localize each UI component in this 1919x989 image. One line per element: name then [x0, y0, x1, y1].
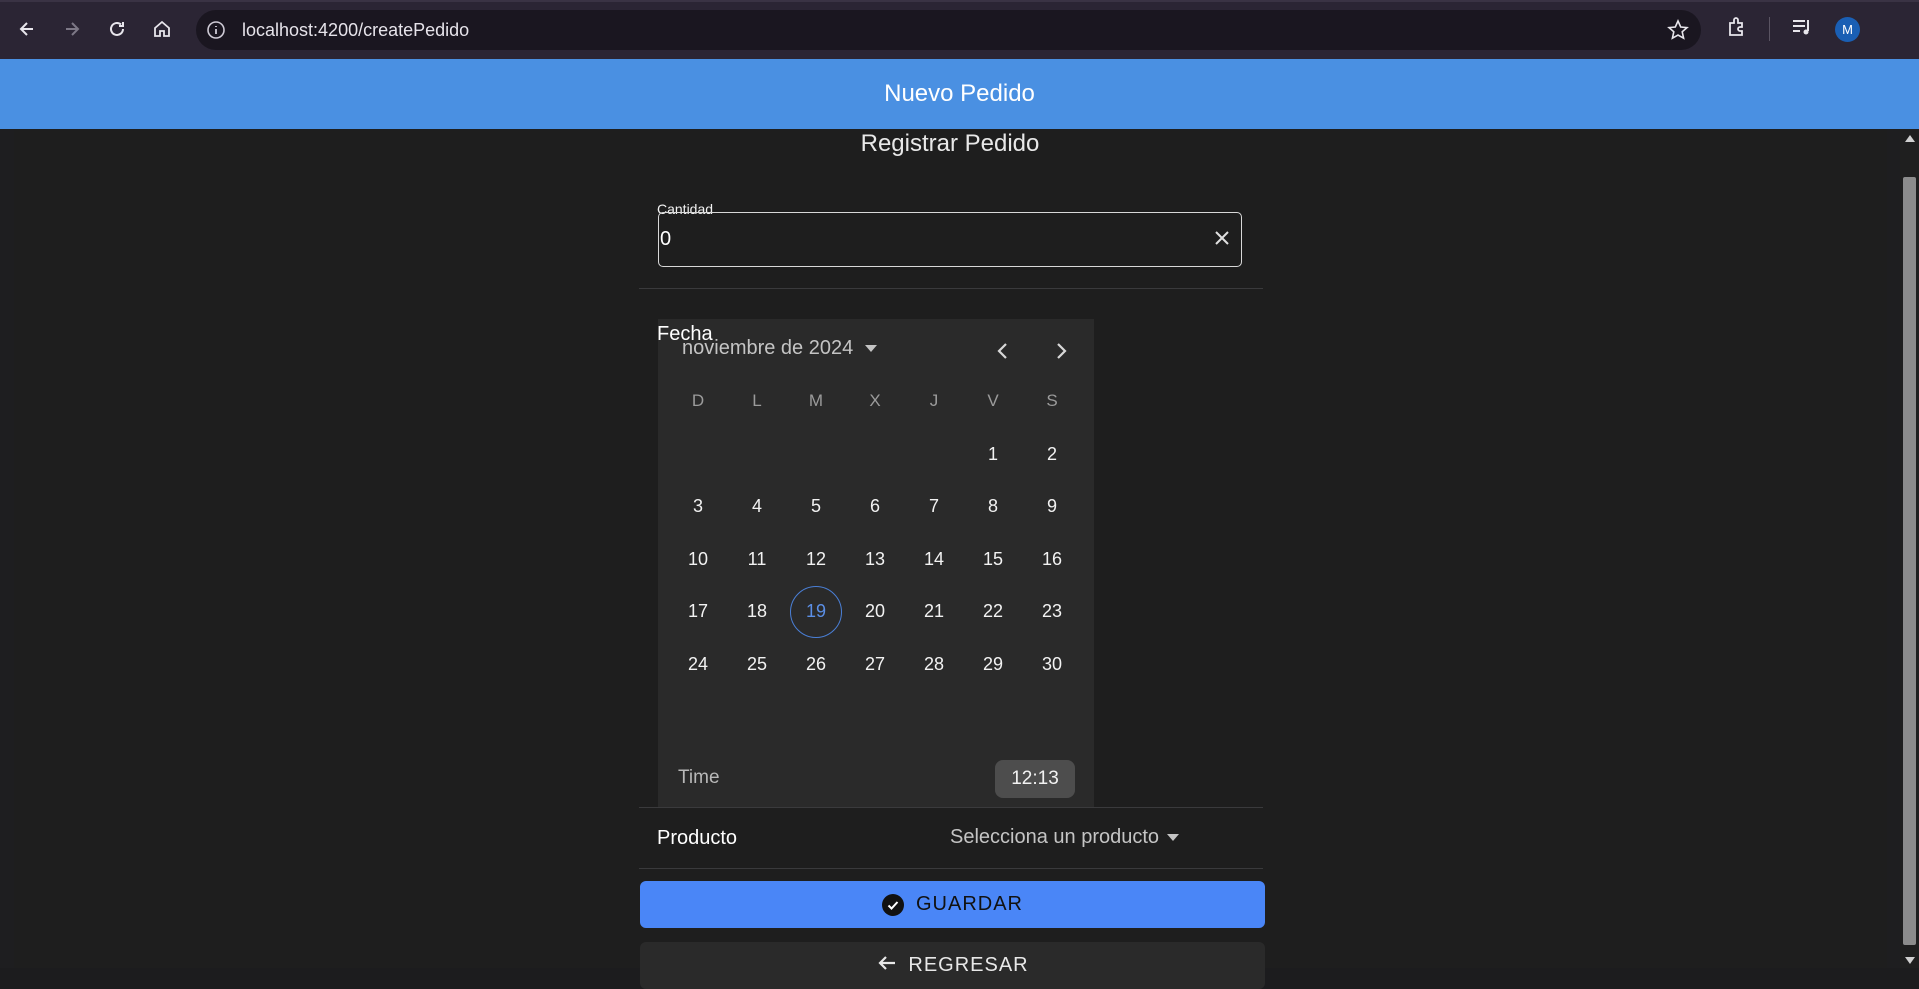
caret-down-icon — [1167, 834, 1180, 841]
media-control-icon[interactable] — [1790, 15, 1814, 44]
calendar-day[interactable]: 25 — [731, 638, 783, 690]
calendar-day[interactable]: 1 — [967, 428, 1019, 480]
calendar-day[interactable]: 9 — [1026, 481, 1078, 533]
weekday-label: S — [1046, 391, 1058, 410]
reload-icon[interactable] — [100, 12, 134, 46]
next-month-icon[interactable] — [1049, 339, 1073, 363]
time-picker-button[interactable]: 12:13 — [995, 760, 1075, 798]
vertical-scrollbar[interactable] — [1900, 129, 1919, 968]
calendar-day[interactable]: 30 — [1026, 638, 1078, 690]
guardar-button[interactable]: GUARDAR — [640, 881, 1265, 928]
app-header: Nuevo Pedido — [0, 59, 1919, 129]
weekday-label: L — [752, 391, 762, 410]
calendar-day[interactable]: 13 — [849, 533, 901, 585]
toolbar-divider — [1769, 17, 1770, 41]
checkmark-circle-icon — [881, 893, 904, 916]
weekday-label: M — [808, 391, 824, 410]
back-icon[interactable] — [10, 12, 44, 46]
calendar-day[interactable]: 12 — [790, 533, 842, 585]
tab-strip-edge — [0, 0, 1919, 2]
calendar-day[interactable]: 11 — [731, 533, 783, 585]
scroll-thumb[interactable] — [1903, 177, 1916, 945]
calendar-day[interactable]: 20 — [849, 586, 901, 638]
calendar-day[interactable]: 8 — [967, 481, 1019, 533]
forward-icon[interactable] — [55, 12, 89, 46]
date-picker[interactable]: noviembre de 2024 DLMXJVS 1 2 3 4 5 6 7 8 9 10 11 1… — [658, 319, 1094, 807]
calendar-day[interactable]: 28 — [908, 638, 960, 690]
divider — [639, 288, 1263, 289]
address-bar[interactable]: localhost:4200/createPedido — [196, 10, 1701, 50]
weekday-label: X — [869, 391, 881, 410]
caret-down-icon — [865, 345, 878, 352]
calendar-day[interactable]: 5 — [790, 481, 842, 533]
extensions-puzzle-icon[interactable] — [1725, 15, 1749, 44]
profile-avatar[interactable]: M — [1835, 17, 1860, 42]
cantidad-input[interactable]: 0 — [658, 212, 1242, 267]
producto-placeholder: Selecciona un producto — [950, 826, 1160, 848]
calendar-day[interactable]: 15 — [967, 533, 1019, 585]
calendar-day[interactable]: 16 — [1026, 533, 1078, 585]
calendar-day[interactable]: 24 — [672, 638, 724, 690]
calendar-day[interactable]: 26 — [790, 638, 842, 690]
regresar-label: REGRESAR — [908, 954, 1029, 976]
arrow-left-icon — [876, 952, 898, 980]
weekday-label: D — [691, 391, 705, 410]
time-label: Time — [678, 767, 720, 788]
calendar-day[interactable]: 7 — [908, 481, 960, 533]
calendar-day[interactable]: 22 — [967, 586, 1019, 638]
scroll-down-arrow-icon[interactable] — [1905, 957, 1915, 964]
cantidad-value[interactable]: 0 — [660, 228, 671, 251]
guardar-label: GUARDAR — [915, 893, 1023, 915]
calendar-day[interactable]: 21 — [908, 586, 960, 638]
right-gutter — [1887, 129, 1900, 968]
url-text[interactable]: localhost:4200/createPedido — [242, 20, 469, 40]
calendar-day[interactable]: 10 — [672, 533, 724, 585]
calendar-day[interactable]: 4 — [731, 481, 783, 533]
left-gutter — [0, 129, 14, 968]
bookmark-star-icon[interactable] — [1667, 19, 1689, 46]
scroll-up-arrow-icon[interactable] — [1905, 135, 1915, 142]
producto-label: Producto — [657, 827, 738, 849]
calendar-day[interactable]: 3 — [672, 481, 724, 533]
calendar-day[interactable]: 14 — [908, 533, 960, 585]
site-info-icon[interactable] — [206, 20, 226, 40]
weekday-label: V — [987, 391, 999, 410]
calendar-day[interactable]: 29 — [967, 638, 1019, 690]
calendar-day[interactable]: 6 — [849, 481, 901, 533]
calendar-day-today[interactable]: 19 — [790, 585, 842, 638]
previous-month-icon[interactable] — [991, 339, 1015, 363]
producto-select[interactable]: Selecciona un producto — [950, 826, 1180, 849]
calendar-day[interactable]: 17 — [672, 586, 724, 638]
browser-toolbar: localhost:4200/createPedido M — [0, 0, 1919, 59]
clear-icon[interactable] — [1211, 227, 1233, 249]
weekday-label: J — [929, 391, 939, 410]
app-title: Nuevo Pedido — [884, 80, 1035, 107]
page-heading: Registrar Pedido — [860, 130, 1040, 157]
home-icon[interactable] — [145, 12, 179, 46]
fecha-label: Fecha — [657, 323, 713, 345]
divider — [639, 868, 1263, 869]
calendar-day[interactable]: 27 — [849, 638, 901, 690]
calendar-day[interactable]: 23 — [1026, 586, 1078, 638]
calendar-day[interactable]: 2 — [1026, 428, 1078, 480]
regresar-button[interactable]: REGRESAR — [640, 942, 1265, 989]
divider — [639, 807, 1263, 808]
calendar-day[interactable]: 18 — [731, 586, 783, 638]
